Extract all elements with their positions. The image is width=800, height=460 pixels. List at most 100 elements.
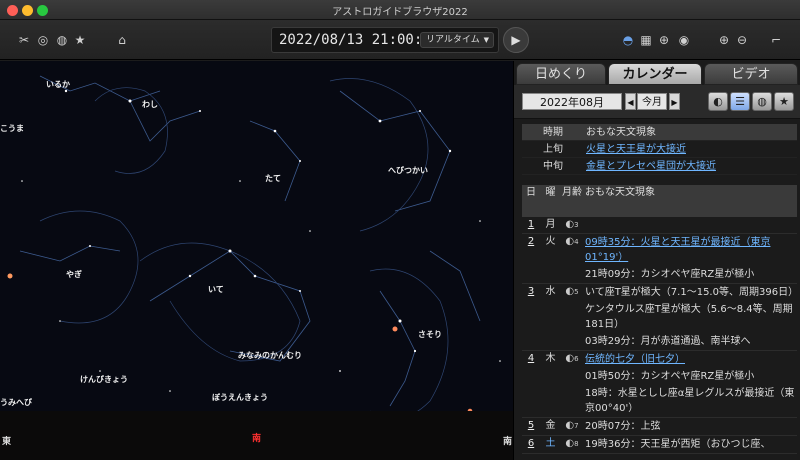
- star-icon[interactable]: ★: [774, 92, 794, 111]
- bright-planet: [7, 273, 13, 279]
- this-month-button[interactable]: 今月: [637, 93, 667, 110]
- moon-phase-icon: ◐: [565, 219, 575, 230]
- label-aquila: わし: [142, 100, 158, 109]
- event-text: ケンタウルス座T星が極大（5.6～8.4等、周期181日）: [585, 304, 793, 330]
- eye-icon[interactable]: ◉: [676, 32, 692, 48]
- day-link[interactable]: 6: [522, 436, 540, 453]
- table-row: 3 水 ◐5 いて座T星が極大（7.1～15.0等、周期396日） ケンタウルス座T星が…: [522, 284, 799, 351]
- events-cell: [583, 217, 797, 233]
- weekday-cell: 木: [545, 353, 556, 364]
- prev-month-button[interactable]: ◀: [625, 93, 636, 110]
- moon-age-cell: ◐8: [561, 436, 583, 453]
- galaxy-icon[interactable]: ◎: [35, 32, 51, 48]
- table-row: 上旬 火星と天王星が大接近: [522, 141, 797, 158]
- moon-phase-icon: ◐: [565, 353, 575, 364]
- table-row: 6 土 ◐8 19時36分：天王星が西矩（おひつじ座、: [522, 436, 797, 454]
- play-button[interactable]: ▶: [503, 27, 529, 53]
- moon-phase-icon[interactable]: ◐: [708, 92, 728, 111]
- zoom-out-icon[interactable]: ⊖: [734, 32, 750, 48]
- grid-icon[interactable]: ▦: [638, 32, 654, 48]
- events-cell: 20時07分：上弦: [583, 418, 797, 435]
- table-row: 中旬 金星とプレセペ星団が大接近: [522, 158, 797, 175]
- day-rows: 1 月 ◐3 2 火 ◐4 09時35分：火星と天王星が最接近（東京01°19'） 21時0…: [522, 217, 799, 454]
- zoom-in-icon[interactable]: ⊕: [716, 32, 732, 48]
- label-microscopium: けんびきょう: [80, 375, 128, 384]
- moon-age-header: 月齢: [562, 187, 582, 198]
- label-ophiuchus: へびつかい: [388, 166, 428, 175]
- table-row: 1 月 ◐3: [522, 217, 797, 234]
- event-text: 03時29分：月が赤道通過、南半球へ: [585, 336, 751, 347]
- planet-icon[interactable]: ◍: [54, 32, 70, 48]
- horizon-south: 南: [252, 434, 262, 444]
- events-cell: いて座T星が極大（7.1～15.0等、周期396日） ケンタウルス座T星が極大（5…: [583, 284, 799, 350]
- datetime-field[interactable]: 2022/08/13 21:00:00 リアルタイム ▼: [271, 27, 499, 53]
- day-table: 日 曜 月齢 おもな天文現象 1 月 ◐3 2 火 ◐4 09時35分：火星と天王星が最接…: [522, 185, 799, 454]
- stars: [21, 89, 501, 392]
- event-text: 01時50分：カシオペヤ座RZ星が極小: [585, 371, 755, 382]
- moon-phase-icon: ◐: [565, 420, 575, 431]
- constellation-figures: [39, 78, 449, 420]
- constellation-lines-icon[interactable]: ✂: [16, 32, 32, 48]
- tab-video[interactable]: ビデオ: [704, 63, 798, 85]
- weekday-cell: 月: [545, 219, 556, 230]
- tab-daily[interactable]: 日めくり: [516, 63, 606, 85]
- window-title: アストロガイドブラウザ2022: [332, 7, 468, 18]
- weekday-cell: 水: [545, 286, 556, 297]
- period-table: 時期 おもな天文現象 上旬 火星と天王星が大接近 中旬 金星とプレセペ星団が大接…: [522, 124, 797, 175]
- label-capricornus: やぎ: [66, 270, 82, 279]
- tab-calendar[interactable]: カレンダー: [608, 63, 702, 85]
- label-scutum: たて: [265, 174, 281, 183]
- weekday-cell: 金: [545, 420, 556, 431]
- horizon-east: 東: [2, 437, 12, 447]
- event-text: 19時36分：天王星が西矩（おひつじ座、: [585, 439, 771, 450]
- moon-age-value: 5: [574, 288, 579, 296]
- period-header: 時期: [543, 127, 563, 138]
- chevron-down-icon: ▼: [483, 36, 489, 44]
- day-header: 日: [526, 187, 536, 198]
- telescope-icon[interactable]: ⌂: [114, 32, 130, 48]
- period-event-header: おもな天文現象: [586, 127, 656, 138]
- events-cell: 伝統的七夕（旧七夕） 01時50分：カシオペヤ座RZ星が極小 18時：水星としし座α…: [583, 351, 797, 417]
- label-corona-australis: みなみのかんむり: [238, 351, 302, 360]
- fullscreen-icon[interactable]: ⌐: [768, 32, 784, 48]
- title-bar: アストロガイドブラウザ2022: [0, 0, 800, 20]
- table-row: 2 火 ◐4 09時35分：火星と天王星が最接近（東京01°19'） 21時09分：カシ…: [522, 234, 797, 284]
- moon-phase-icon: ◐: [565, 236, 575, 247]
- moon-age-cell: ◐3: [561, 217, 583, 233]
- event-link[interactable]: 金星とプレセペ星団が大接近: [586, 161, 716, 172]
- toolbar: ✂ ◎ ◍ ★ ⌂ 2022/08/13 21:00:00 リアルタイム ▼ ▶…: [0, 20, 800, 60]
- target-icon[interactable]: ⊕: [656, 32, 672, 48]
- events-cell: 19時36分：天王星が西矩（おひつじ座、: [583, 436, 797, 453]
- weekday-header: 曜: [545, 187, 556, 198]
- horizon-west: 南: [503, 437, 513, 447]
- label-telescopium: ぼうえんきょう: [212, 393, 268, 402]
- star-icon[interactable]: ★: [72, 32, 88, 48]
- period-cell: 上旬: [543, 144, 563, 155]
- dome-view-icon[interactable]: ◓: [620, 32, 636, 48]
- day-link[interactable]: 3: [522, 284, 540, 350]
- moon-phase-icon: ◐: [565, 438, 575, 449]
- moon-age-value: 8: [574, 440, 579, 448]
- antares-star: [392, 326, 398, 332]
- moon-age-cell: ◐7: [561, 418, 583, 435]
- table-row: 4 木 ◐6 伝統的七夕（旧七夕） 01時50分：カシオペヤ座RZ星が極小 18時：水星と…: [522, 351, 797, 418]
- list-view-icon[interactable]: ☰: [730, 92, 750, 111]
- sky-view[interactable]: いるか わし たて へびつかい やぎ いて さそり みなみのかんむり けんびきょ…: [0, 61, 513, 460]
- time-mode-select[interactable]: リアルタイム ▼: [420, 32, 494, 48]
- day-link[interactable]: 4: [522, 351, 540, 417]
- label-scorpius: さそり: [418, 330, 442, 339]
- month-field[interactable]: 2022年08月: [522, 93, 622, 110]
- event-link[interactable]: 伝統的七夕（旧七夕）: [585, 354, 685, 365]
- weekday-cell: 火: [545, 236, 556, 247]
- next-month-button[interactable]: ▶: [669, 93, 680, 110]
- day-link[interactable]: 5: [522, 418, 540, 435]
- day-link[interactable]: 2: [522, 234, 540, 283]
- event-link[interactable]: 火星と天王星が大接近: [586, 144, 686, 155]
- day-link[interactable]: 1: [522, 217, 540, 233]
- planet-icon[interactable]: ◍: [752, 92, 772, 111]
- moon-age-value: 4: [574, 238, 579, 246]
- event-text: いて座T星が極大（7.1～15.0等、周期396日）: [585, 287, 799, 298]
- event-link[interactable]: 09時35分：火星と天王星が最接近（東京01°19'）: [585, 237, 770, 263]
- day-table-header: 日 曜 月齢 おもな天文現象: [522, 185, 797, 217]
- table-row: 5 金 ◐7 20時07分：上弦: [522, 418, 797, 436]
